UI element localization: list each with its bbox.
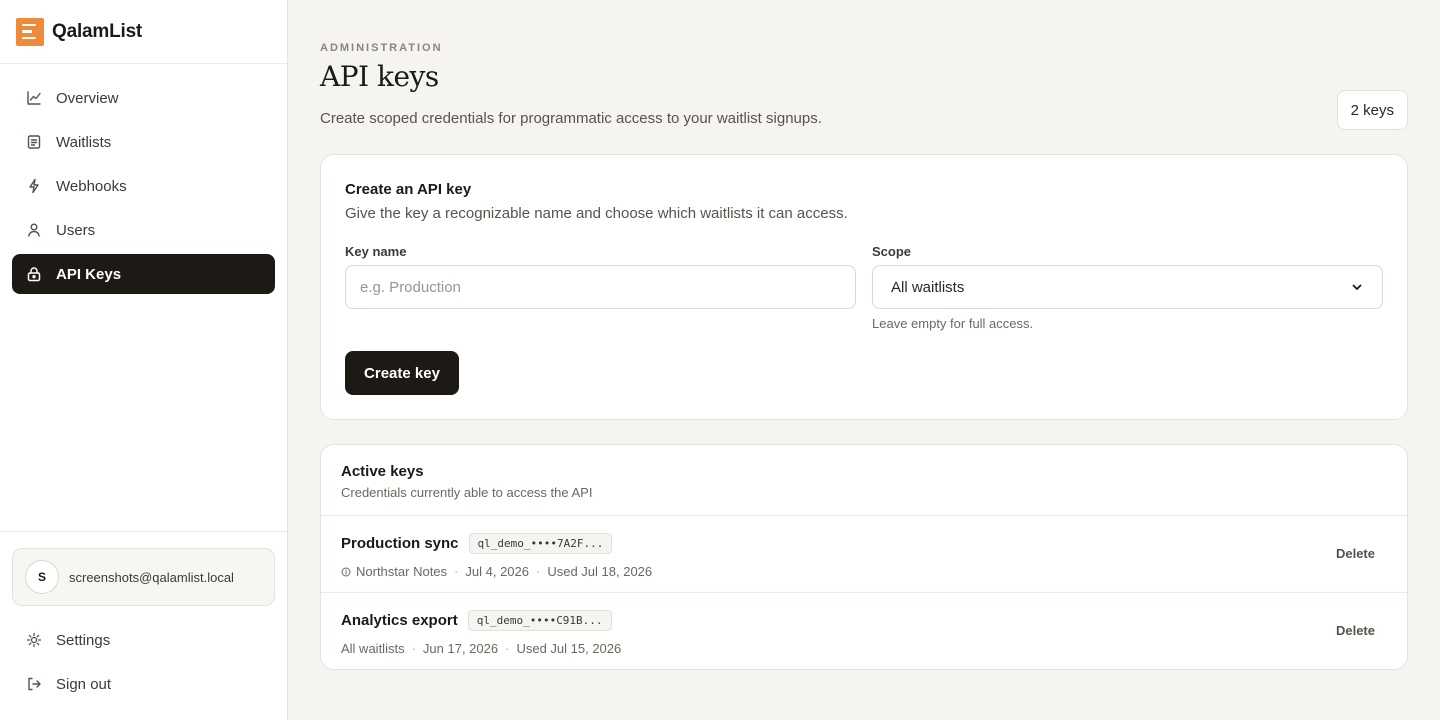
- sidebar-nav: Overview Waitlists Webhooks Users API Ke…: [0, 64, 287, 294]
- avatar: S: [25, 560, 59, 594]
- page-title: API keys: [320, 60, 439, 93]
- sidebar-item-api-keys[interactable]: API Keys: [12, 254, 275, 294]
- sidebar-item-label: Waitlists: [56, 133, 112, 151]
- scope-label: Scope: [872, 244, 912, 259]
- user-icon: [26, 222, 42, 238]
- sidebar-item-waitlists[interactable]: Waitlists: [12, 122, 275, 162]
- sign-out-icon: [26, 676, 42, 692]
- delete-key-button[interactable]: Delete: [1336, 546, 1375, 561]
- key-token: ql_demo_••••7A2F...: [468, 533, 613, 554]
- brand-name: QalamList: [52, 20, 143, 42]
- info-icon: [341, 567, 351, 577]
- lock-icon: [26, 266, 42, 282]
- key-name: Analytics export: [341, 612, 458, 629]
- list-icon: [26, 134, 42, 150]
- sidebar-item-webhooks[interactable]: Webhooks: [12, 166, 275, 206]
- key-count-badge: 2 keys: [1336, 90, 1408, 130]
- active-keys-card: Active keys Credentials currently able t…: [320, 444, 1408, 670]
- sign-out-link[interactable]: Sign out: [12, 664, 275, 704]
- active-keys-title: Active keys: [341, 463, 424, 480]
- key-scope: All waitlists: [341, 641, 405, 656]
- create-key-card: Create an API key Give the key a recogni…: [320, 154, 1408, 420]
- create-card-title: Create an API key: [345, 181, 472, 198]
- settings-label: Settings: [56, 631, 111, 649]
- key-created: Jun 17, 2026: [422, 641, 499, 656]
- user-email: screenshots@qalamlist.local: [69, 569, 234, 585]
- gear-icon: [26, 632, 42, 648]
- scope-hint: Leave empty for full access.: [872, 316, 1034, 331]
- key-last-used: Used Jul 15, 2026: [516, 641, 622, 656]
- scope-select-value: All waitlists: [891, 278, 965, 296]
- key-row: Analytics export ql_demo_••••C91B... All…: [321, 593, 1407, 670]
- active-keys-subtitle: Credentials currently able to access the…: [341, 485, 593, 500]
- create-card-description: Give the key a recognizable name and cho…: [345, 205, 848, 222]
- sidebar: QalamList Overview Waitlists Webhooks Us…: [0, 0, 288, 720]
- key-token: ql_demo_••••C91B...: [467, 610, 612, 631]
- active-keys-header: Active keys Credentials currently able t…: [321, 445, 1407, 516]
- separator: ·: [536, 564, 541, 579]
- key-created: Jul 4, 2026: [465, 564, 529, 579]
- key-name: Production sync: [341, 535, 459, 552]
- bolt-icon: [26, 178, 42, 194]
- brand[interactable]: QalamList: [0, 0, 287, 64]
- key-row: Production sync ql_demo_••••7A2F... Nort…: [321, 516, 1407, 593]
- separator: ·: [505, 641, 510, 656]
- page-description: Create scoped credentials for programmat…: [320, 110, 822, 127]
- sidebar-item-label: Overview: [56, 89, 119, 107]
- sidebar-item-label: Webhooks: [56, 177, 127, 195]
- sidebar-item-overview[interactable]: Overview: [12, 78, 275, 118]
- settings-link[interactable]: Settings: [12, 620, 275, 660]
- sidebar-footer: S screenshots@qalamlist.local Settings S…: [0, 531, 287, 720]
- separator: ·: [411, 641, 416, 656]
- user-card[interactable]: S screenshots@qalamlist.local: [12, 548, 275, 606]
- logo-icon: [16, 17, 44, 46]
- create-key-button[interactable]: Create key: [345, 351, 459, 395]
- sign-out-label: Sign out: [56, 675, 112, 693]
- sidebar-item-label: Users: [56, 221, 96, 239]
- page-eyebrow: ADMINISTRATION: [320, 42, 443, 54]
- separator: ·: [454, 564, 459, 579]
- sidebar-item-label: API Keys: [56, 265, 122, 283]
- delete-key-button[interactable]: Delete: [1336, 623, 1375, 638]
- chart-line-icon: [26, 90, 42, 106]
- key-scope: Northstar Notes: [356, 564, 448, 579]
- key-name-label: Key name: [345, 244, 407, 259]
- chevron-down-icon: [1350, 280, 1364, 294]
- sidebar-item-users[interactable]: Users: [12, 210, 275, 250]
- key-last-used: Used Jul 18, 2026: [547, 564, 653, 579]
- scope-select[interactable]: All waitlists: [872, 265, 1383, 309]
- key-name-input[interactable]: [345, 265, 856, 309]
